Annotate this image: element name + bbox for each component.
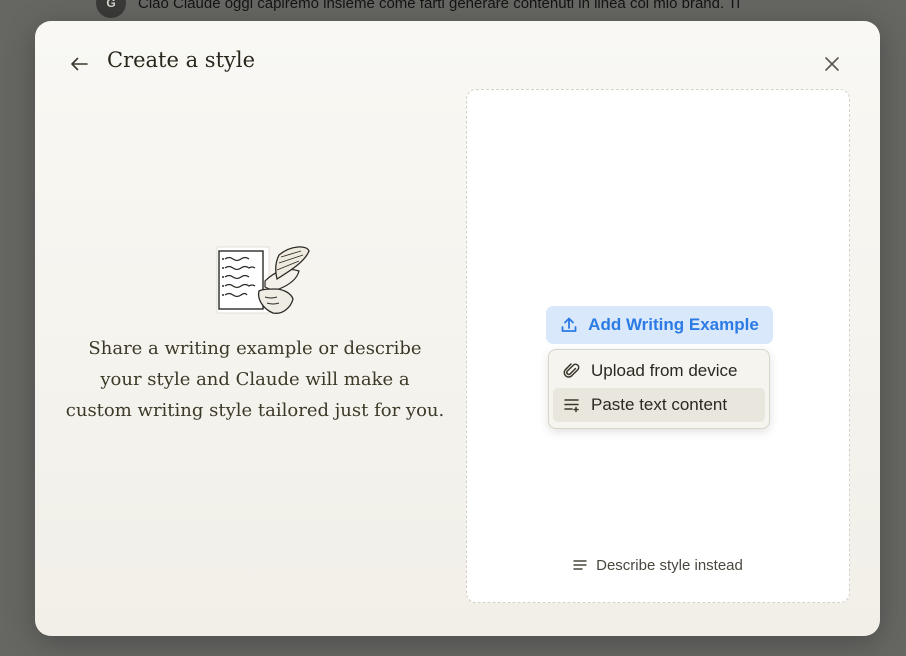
- describe-style-label: Describe style instead: [596, 556, 743, 574]
- style-description: Share a writing example or describe your…: [65, 338, 445, 421]
- add-example-menu: Upload from device Paste text content: [548, 349, 770, 429]
- add-writing-example-label: Add Writing Example: [588, 315, 759, 334]
- describe-style-instead-button[interactable]: Describe style instead: [467, 552, 849, 578]
- background-message-text: Ciao Claude oggi capiremo insieme come f…: [138, 0, 740, 12]
- close-button[interactable]: [819, 51, 845, 77]
- writing-hand-illustration: [213, 243, 313, 315]
- close-icon: [824, 56, 840, 72]
- writing-example-dropzone[interactable]: Select, d sage, etc. Co yle. Add Writing: [466, 89, 850, 603]
- menu-item-paste-text-content[interactable]: Paste text content: [553, 388, 765, 422]
- modal-title: Create a style: [107, 48, 256, 72]
- back-button[interactable]: [65, 51, 93, 77]
- menu-item-upload-from-device[interactable]: Upload from device: [553, 354, 765, 388]
- menu-item-label: Upload from device: [591, 361, 738, 380]
- upload-icon: [560, 316, 578, 334]
- background-message: G Ciao Claude oggi capiremo insieme come…: [96, 0, 740, 18]
- paperclip-icon: [563, 362, 581, 380]
- add-writing-example-button[interactable]: Add Writing Example: [546, 306, 773, 344]
- create-style-modal: Create a style Share a writing example o…: [35, 21, 880, 636]
- menu-item-label: Paste text content: [591, 395, 728, 414]
- arrow-left-icon: [70, 57, 88, 71]
- user-avatar: G: [96, 0, 126, 18]
- text-lines-icon: [573, 559, 587, 571]
- paste-text-icon: [563, 396, 581, 414]
